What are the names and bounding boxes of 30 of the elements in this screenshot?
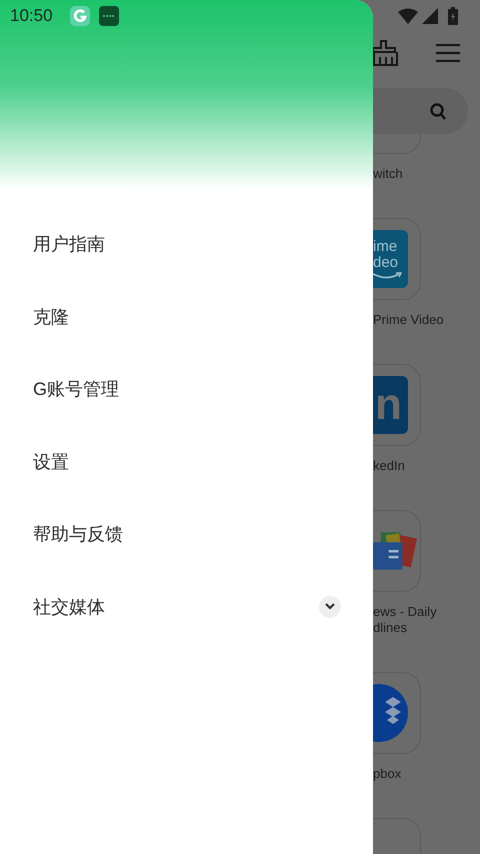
drawer-menu-item[interactable]: 帮助与反馈 [0, 498, 373, 570]
drawer-menu-item[interactable]: 用户指南 [0, 208, 373, 280]
drawer-menu-item[interactable]: 设置 [0, 426, 373, 498]
drawer-menu-item[interactable]: G账号管理 [0, 353, 373, 426]
logo-text: n [375, 380, 402, 430]
search-icon[interactable] [430, 102, 446, 120]
broom-icon[interactable] [373, 40, 398, 66]
logo-text: ime [373, 238, 398, 254]
menu-icon[interactable] [436, 44, 460, 62]
app-name: kedIn [373, 458, 406, 474]
app-name: dlines [373, 620, 408, 636]
smile-arrow-icon [373, 272, 403, 280]
logo-text: deo [373, 254, 398, 270]
wifi-icon [398, 8, 418, 24]
drawer-menu-item[interactable]: 社交媒体 [0, 570, 373, 643]
app-card[interactable] [373, 672, 421, 754]
app-card[interactable] [373, 510, 421, 592]
app-name: Prime Video [373, 312, 445, 328]
app-card[interactable]: ime deo [373, 218, 421, 300]
chevron-down-icon[interactable] [319, 596, 341, 618]
app-name: witch [373, 166, 404, 182]
drawer-menu-item[interactable]: 克隆 [0, 280, 373, 353]
app-notification-icon [98, 6, 119, 26]
app-name: pbox [373, 766, 402, 782]
status-time: 10:50 [10, 6, 53, 26]
app-name: ews - Daily [373, 604, 438, 620]
app-notification-icon [70, 6, 90, 26]
signal-icon [422, 8, 438, 24]
dropbox-icon [373, 684, 408, 742]
search-field[interactable] [373, 88, 468, 134]
